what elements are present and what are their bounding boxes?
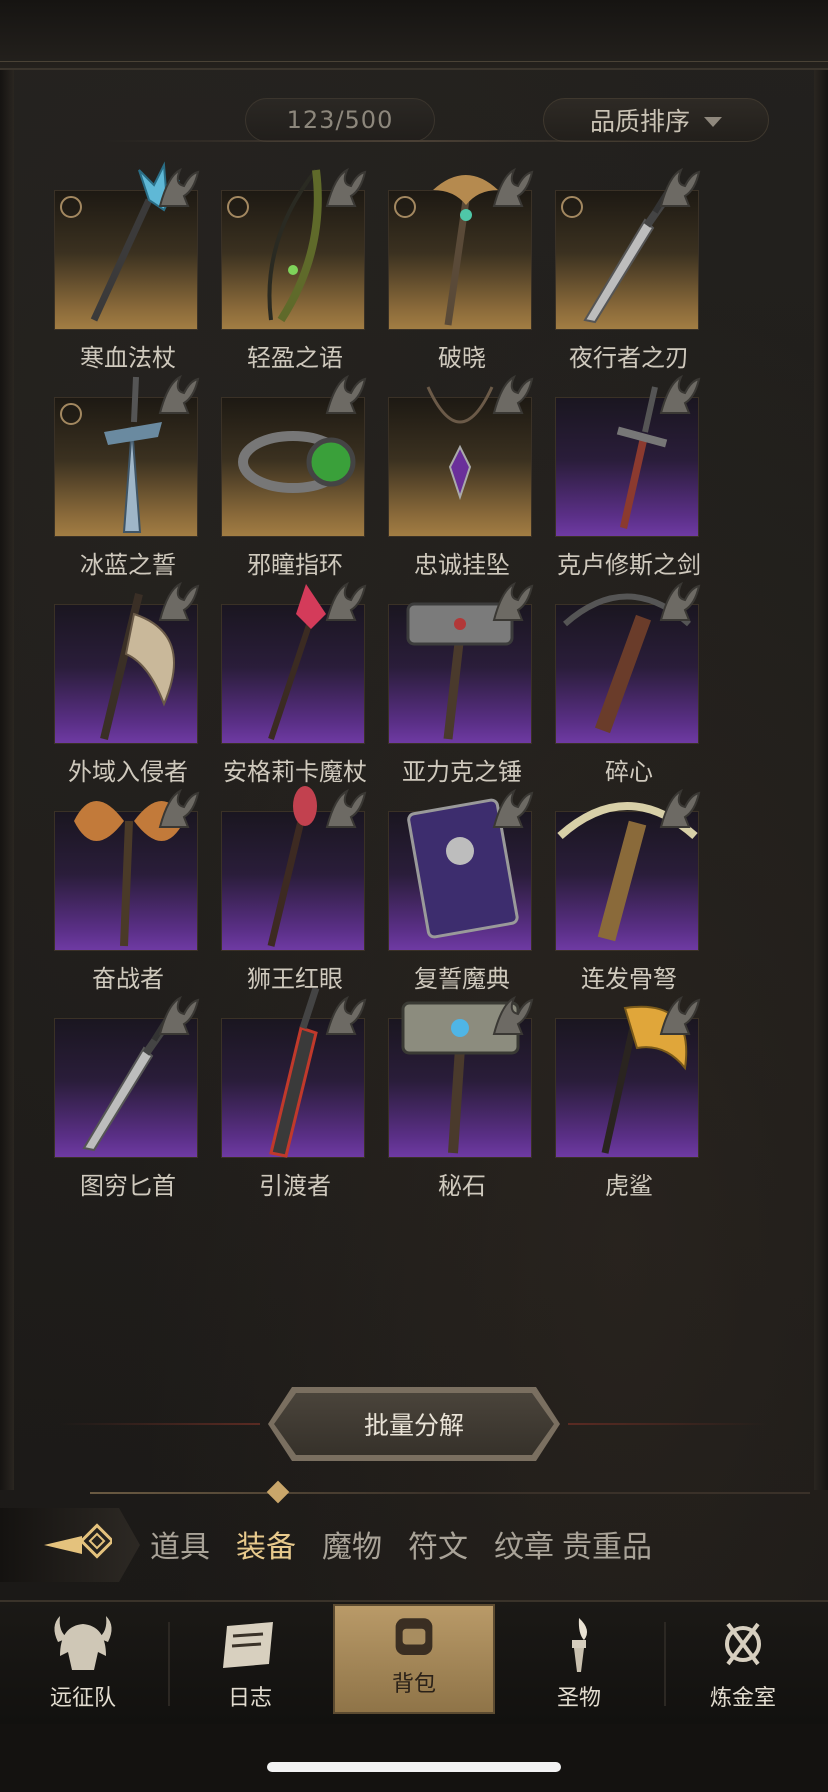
inventory-header: 123/500 品质排序 xyxy=(0,90,828,150)
nav-label: 炼金室 xyxy=(709,1686,776,1711)
top-frame xyxy=(0,0,828,70)
nav-label: 日志 xyxy=(227,1686,272,1711)
nav-separator xyxy=(664,1622,666,1706)
emblem-icon xyxy=(158,374,200,414)
equipment-item[interactable]: 破晓 xyxy=(374,160,534,372)
capacity-counter: 123/500 xyxy=(245,98,435,142)
batch-right-line xyxy=(568,1423,768,1425)
selection-ring-icon[interactable] xyxy=(60,196,82,218)
equipment-item[interactable]: 复誓魔典 xyxy=(374,781,534,993)
torch-icon xyxy=(572,1618,588,1672)
emblem-icon xyxy=(158,995,200,1035)
selection-ring-icon[interactable] xyxy=(227,196,249,218)
equipment-item[interactable]: 邪瞳指环 xyxy=(207,367,367,579)
nav-label: 圣物 xyxy=(556,1686,601,1711)
home-indicator[interactable] xyxy=(267,1762,561,1772)
equipment-item[interactable]: 安格莉卡魔杖 xyxy=(207,574,367,786)
equipment-item[interactable]: 虎鲨 xyxy=(541,988,701,1200)
emblem-icon xyxy=(492,788,534,828)
emblem-icon xyxy=(659,788,701,828)
equipment-item[interactable]: 连发骨弩 xyxy=(541,781,701,993)
sort-label: 品质排序 xyxy=(589,107,690,136)
batch-left-line xyxy=(60,1423,260,1425)
right-frame xyxy=(814,70,828,1490)
equipment-item[interactable]: 克卢修斯之剑 xyxy=(541,367,701,579)
emblem-icon xyxy=(659,374,701,414)
category-divider xyxy=(90,1492,810,1494)
category-tab[interactable]: 符文 xyxy=(408,1522,468,1566)
nav-item[interactable]: 炼金室 xyxy=(668,1602,818,1726)
backpack-icon xyxy=(395,1618,433,1655)
bottom-strip xyxy=(0,1724,828,1792)
capacity-text: 123/500 xyxy=(286,106,394,134)
emblem-icon xyxy=(492,167,534,207)
category-tab[interactable]: 纹章 xyxy=(494,1522,554,1566)
category-tabs: 道具 装备 魔物 符文 纹章 贵重品 xyxy=(150,1522,678,1566)
equipment-item[interactable]: 冰蓝之誓 xyxy=(40,367,200,579)
emblem-icon xyxy=(325,995,367,1035)
back-arrow-icon xyxy=(44,1523,112,1559)
equipment-item[interactable]: 寒血法杖 xyxy=(40,160,200,372)
emblem-icon xyxy=(492,374,534,414)
emblem-icon xyxy=(659,581,701,621)
left-frame xyxy=(0,70,14,1490)
batch-salvage-label: 批量分解 xyxy=(363,1411,464,1440)
emblem-icon xyxy=(492,995,534,1035)
equipment-item[interactable]: 秘石 xyxy=(374,988,534,1200)
emblem-icon xyxy=(158,581,200,621)
emblem-icon xyxy=(325,581,367,621)
category-bar: 道具 装备 魔物 符文 纹章 贵重品 xyxy=(0,1500,828,1594)
nav-item[interactable]: 远征队 xyxy=(8,1602,158,1726)
scroll-icon xyxy=(223,1622,273,1668)
equipment-item[interactable]: 轻盈之语 xyxy=(207,160,367,372)
item-name: 虎鲨 xyxy=(605,1172,653,1200)
nav-separator xyxy=(168,1622,170,1706)
bottom-nav: 远征队 日志 背包圣物 炼金室 xyxy=(0,1600,828,1724)
emblem-icon xyxy=(158,788,200,828)
equipment-item[interactable]: 狮王红眼 xyxy=(207,781,367,993)
equipment-item[interactable]: 亚力克之锤 xyxy=(374,574,534,786)
helmet-icon xyxy=(54,1616,112,1670)
nav-item[interactable]: 背包 xyxy=(333,1604,495,1714)
emblem-icon xyxy=(325,788,367,828)
category-tab[interactable]: 道具 xyxy=(150,1522,210,1566)
emblem-icon xyxy=(492,581,534,621)
selection-ring-icon[interactable] xyxy=(561,196,583,218)
equipment-item[interactable]: 图穷匕首 xyxy=(40,988,200,1200)
nav-label: 背包 xyxy=(391,1672,436,1697)
nav-label: 远征队 xyxy=(49,1686,116,1711)
nav-item[interactable]: 圣物 xyxy=(504,1602,654,1726)
equipment-item[interactable]: 夜行者之刃 xyxy=(541,160,701,372)
emblem-icon xyxy=(659,167,701,207)
emblem-icon xyxy=(659,995,701,1035)
equipment-item[interactable]: 引渡者 xyxy=(207,988,367,1200)
batch-salvage-button[interactable]: 批量分解 xyxy=(274,1393,554,1455)
caret-down-icon xyxy=(704,117,722,127)
equipment-item[interactable]: 忠诚挂坠 xyxy=(374,367,534,579)
selection-ring-icon[interactable] xyxy=(60,403,82,425)
nav-item[interactable]: 日志 xyxy=(175,1602,325,1726)
equipment-item[interactable]: 外域入侵者 xyxy=(40,574,200,786)
emblem-icon xyxy=(325,167,367,207)
category-tab[interactable]: 装备 xyxy=(236,1522,296,1566)
emblem-icon xyxy=(325,374,367,414)
category-tab[interactable]: 魔物 xyxy=(322,1522,382,1566)
back-button[interactable] xyxy=(0,1508,140,1582)
alchemy-icon xyxy=(725,1622,761,1666)
header-ornament xyxy=(104,140,724,142)
sort-dropdown[interactable]: 品质排序 xyxy=(543,98,769,142)
category-tab[interactable]: 贵重品 xyxy=(562,1522,652,1566)
emblem-icon xyxy=(158,167,200,207)
selection-ring-icon[interactable] xyxy=(394,196,416,218)
equipment-item[interactable]: 奋战者 xyxy=(40,781,200,993)
equipment-item[interactable]: 碎心 xyxy=(541,574,701,786)
